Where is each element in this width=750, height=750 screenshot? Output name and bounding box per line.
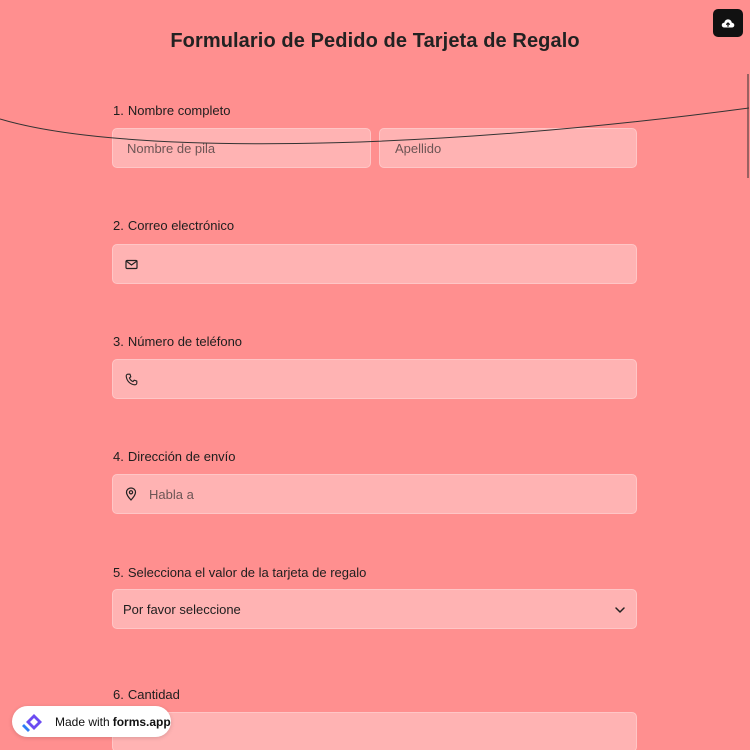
card-value-selected: Por favor seleccione <box>123 601 241 617</box>
badge-prefix: Made with <box>55 714 110 729</box>
last-name-placeholder: Apellido <box>395 140 442 156</box>
made-with-badge[interactable]: Made with forms.app <box>12 706 171 737</box>
first-name-placeholder: Nombre de pila <box>127 140 216 156</box>
first-name-input[interactable]: Nombre de pila <box>112 128 371 168</box>
question-label-card-value: 5. Selecciona el valor de la tarjeta de r… <box>113 565 367 580</box>
email-field[interactable] <box>112 244 637 284</box>
address-placeholder: Habla a <box>149 486 194 502</box>
question-label-email: 2. Correo electrónico <box>113 218 235 233</box>
cloud-upload-icon <box>721 19 735 28</box>
quantity-field[interactable] <box>112 712 637 750</box>
forms-app-logo-icon <box>22 713 42 732</box>
question-label-phone: 3. Número de teléfono <box>113 334 243 349</box>
question-label-address: 4. Dirección de envío <box>113 449 236 464</box>
location-pin-icon <box>113 487 149 501</box>
badge-brand: forms.app <box>112 714 171 729</box>
form-page: Formulario de Pedido de Tarjeta de Regal… <box>0 0 750 750</box>
phone-field[interactable] <box>112 359 637 399</box>
question-label-quantity: 6. Cantidad <box>113 687 180 702</box>
question-label-full-name: 1. Nombre completo <box>113 103 231 118</box>
card-value-select[interactable]: Por favor seleccione <box>112 589 637 629</box>
last-name-input[interactable]: Apellido <box>379 128 637 168</box>
phone-icon <box>113 373 149 386</box>
page-title: Formulario de Pedido de Tarjeta de Regal… <box>170 30 580 52</box>
address-field[interactable]: Habla a <box>112 474 637 514</box>
mail-icon <box>113 259 149 270</box>
chevron-down-icon <box>614 602 626 617</box>
